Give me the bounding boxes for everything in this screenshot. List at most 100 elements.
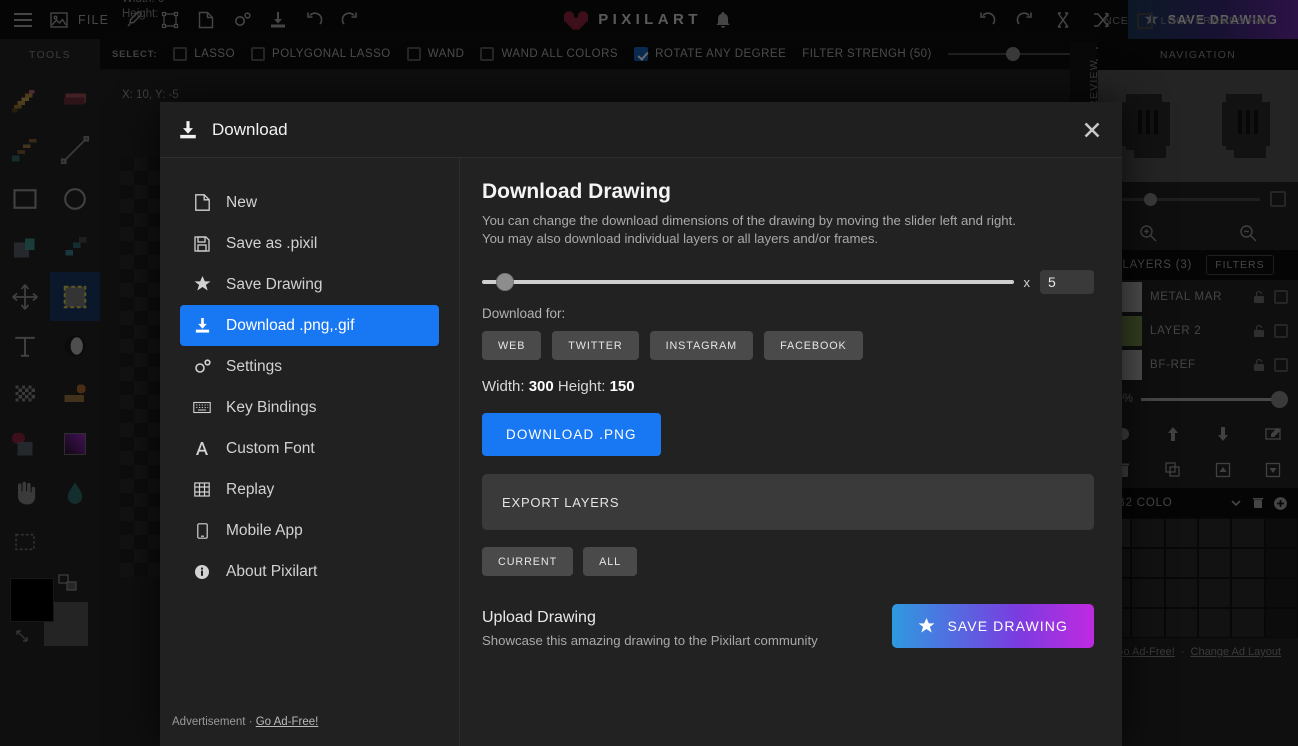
multiplier-input[interactable]	[1040, 270, 1094, 294]
zoom-out-icon[interactable]	[1238, 223, 1258, 243]
scale-slider[interactable]	[482, 280, 1014, 284]
change-ad-layout-link[interactable]: Change Ad Layout	[1191, 646, 1282, 658]
sidebar-item-mobile-app[interactable]: Mobile App	[180, 510, 439, 551]
sidebar-item-about-pixilart[interactable]: About Pixilart	[180, 551, 439, 592]
preset-twitter-button[interactable]: TWITTER	[552, 331, 638, 360]
undo-icon-right[interactable]	[976, 9, 998, 31]
download-png-button[interactable]: DOWNLOAD .PNG	[482, 413, 661, 456]
trash-icon[interactable]	[1251, 496, 1265, 510]
edit-layer-icon[interactable]	[1264, 425, 1282, 443]
undo-icon[interactable]	[303, 9, 325, 31]
gradient-tool[interactable]	[50, 419, 100, 468]
blur-tool[interactable]	[50, 468, 100, 517]
preset-instagram-button[interactable]: INSTAGRAM	[650, 331, 753, 360]
select-option-lasso[interactable]: LASSO	[173, 47, 235, 61]
layer-opacity-knob[interactable]	[1271, 391, 1288, 408]
line-tool[interactable]	[50, 125, 100, 174]
navigation-preview[interactable]	[1098, 70, 1298, 182]
palette-swatch[interactable]	[1131, 518, 1164, 548]
palette-swatch[interactable]	[1198, 548, 1231, 578]
select-option-rotate-any-degree[interactable]: ROTATE ANY DEGREE	[634, 47, 786, 61]
duplicate-layer-icon[interactable]	[1164, 461, 1182, 479]
add-layer-above-icon[interactable]	[1214, 461, 1232, 479]
lock-icon[interactable]	[1252, 358, 1266, 372]
export-layers-section[interactable]: EXPORT LAYERS	[482, 474, 1094, 530]
hamburger-icon[interactable]	[12, 9, 34, 31]
palette-swatch[interactable]	[1231, 548, 1264, 578]
sidebar-item-replay[interactable]: Replay	[180, 469, 439, 510]
download-icon[interactable]	[267, 9, 289, 31]
swap-colors-icon[interactable]	[58, 574, 80, 592]
save-drawing-button[interactable]: SAVE DRAWING	[892, 604, 1094, 648]
wand-checkbox[interactable]	[407, 47, 421, 61]
layer-visibility-checkbox[interactable]	[1274, 358, 1288, 372]
redo-icon[interactable]	[339, 9, 361, 31]
polygonal-lasso-checkbox[interactable]	[251, 47, 265, 61]
layer-opacity-slider[interactable]	[1141, 398, 1286, 401]
palette-swatch[interactable]	[1165, 608, 1198, 638]
notification-bell-icon[interactable]	[712, 9, 734, 31]
lock-icon[interactable]	[1252, 290, 1266, 304]
palette-swatch[interactable]	[1198, 578, 1231, 608]
zoom-in-icon[interactable]	[1138, 223, 1158, 243]
palette-swatch[interactable]	[1265, 548, 1298, 578]
navigation-lock-checkbox[interactable]	[1270, 191, 1286, 207]
layer-visibility-checkbox[interactable]	[1274, 324, 1288, 338]
redo-icon-right[interactable]	[1014, 9, 1036, 31]
select-option-wand[interactable]: WAND	[407, 47, 465, 61]
palette-name[interactable]: RB2 COLO	[1108, 497, 1221, 509]
paint-bucket-tool[interactable]	[0, 223, 50, 272]
palette-swatch[interactable]	[1165, 578, 1198, 608]
select-option-polygonal-lasso[interactable]: POLYGONAL LASSO	[251, 47, 391, 61]
move-layer-down-icon[interactable]	[1214, 425, 1232, 443]
spray-tool[interactable]	[0, 419, 50, 468]
preset-facebook-button[interactable]: FACEBOOK	[764, 331, 863, 360]
go-ad-free-link[interactable]: Go Ad-Free!	[1115, 646, 1175, 658]
file-menu-label[interactable]: FILE	[78, 13, 109, 27]
wand-all-colors-checkbox[interactable]	[480, 47, 494, 61]
table-row[interactable]: METAL MAR	[1098, 280, 1298, 314]
rectangle-tool[interactable]	[0, 174, 50, 223]
ellipse-tool[interactable]	[50, 174, 100, 223]
table-row[interactable]: BF-REF	[1098, 348, 1298, 382]
palette-swatch[interactable]	[1265, 578, 1298, 608]
hand-tool[interactable]	[0, 468, 50, 517]
primary-color-swatch[interactable]	[10, 578, 54, 622]
new-page-icon[interactable]	[195, 9, 217, 31]
rotate-any-degree-checkbox[interactable]	[634, 47, 648, 61]
navigation-zoom-knob[interactable]	[1144, 193, 1157, 206]
palette-swatch[interactable]	[1231, 518, 1264, 548]
palette-swatch[interactable]	[1198, 518, 1231, 548]
sidebar-item-settings[interactable]: Settings	[180, 346, 439, 387]
filter-strength-slider[interactable]	[948, 53, 1078, 55]
navigation-zoom-slider[interactable]	[1110, 198, 1260, 201]
palette-swatch[interactable]	[1131, 608, 1164, 638]
palette-swatch[interactable]	[1131, 578, 1164, 608]
close-icon[interactable]	[1078, 116, 1106, 144]
move-layer-up-icon[interactable]	[1164, 425, 1182, 443]
sidebar-item-save-as-pixil[interactable]: Save as .pixil	[180, 223, 439, 264]
export-all-button[interactable]: ALL	[583, 547, 637, 576]
add-color-icon[interactable]	[1273, 496, 1288, 511]
dither-shade-tool[interactable]	[50, 321, 100, 370]
sidebar-item-new[interactable]: New	[180, 182, 439, 223]
sidebar-item-key-bindings[interactable]: Key Bindings	[180, 387, 439, 428]
sidebar-item-custom-font[interactable]: Custom Font	[180, 428, 439, 469]
palette-swatch[interactable]	[1165, 518, 1198, 548]
scale-slider-knob[interactable]	[496, 273, 514, 291]
file-image-icon[interactable]	[48, 9, 70, 31]
eraser-tool[interactable]	[50, 76, 100, 125]
sidebar-item-download[interactable]: Download .png,.gif	[180, 305, 439, 346]
filters-button[interactable]: FILTERS	[1206, 255, 1273, 275]
text-tool[interactable]	[0, 321, 50, 370]
preset-web-button[interactable]: WEB	[482, 331, 541, 360]
palette-swatch[interactable]	[1198, 608, 1231, 638]
table-row[interactable]: LAYER 2	[1098, 314, 1298, 348]
brush-tool[interactable]	[0, 125, 50, 174]
transparency-tool[interactable]	[0, 370, 50, 419]
palette-swatch[interactable]	[1231, 578, 1264, 608]
reset-colors-icon[interactable]	[14, 628, 32, 644]
chevron-down-icon[interactable]	[1229, 496, 1243, 510]
go-ad-free-link[interactable]: Go Ad-Free!	[256, 716, 319, 728]
eyedropper-tool[interactable]	[50, 223, 100, 272]
